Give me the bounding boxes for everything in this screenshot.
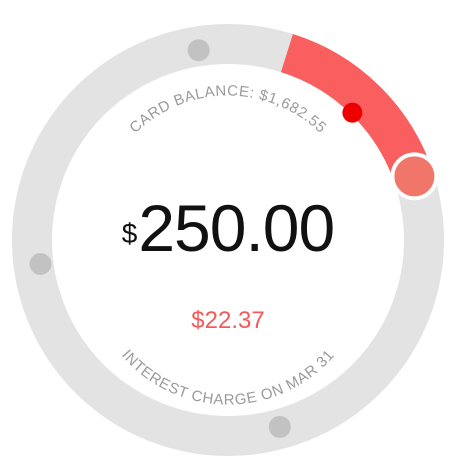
payment-amount: $250.00 (0, 190, 456, 266)
payment-amount-value: 250.00 (138, 191, 335, 265)
interest-amount: $22.37 (191, 307, 265, 334)
tick-mark-top (187, 39, 210, 62)
currency-symbol: $ (121, 218, 138, 249)
tick-mark-bottom (268, 415, 291, 438)
progress-marker-dot (342, 102, 363, 123)
card-balance-label: CARD BALANCE: $1,682.55 (126, 82, 330, 136)
